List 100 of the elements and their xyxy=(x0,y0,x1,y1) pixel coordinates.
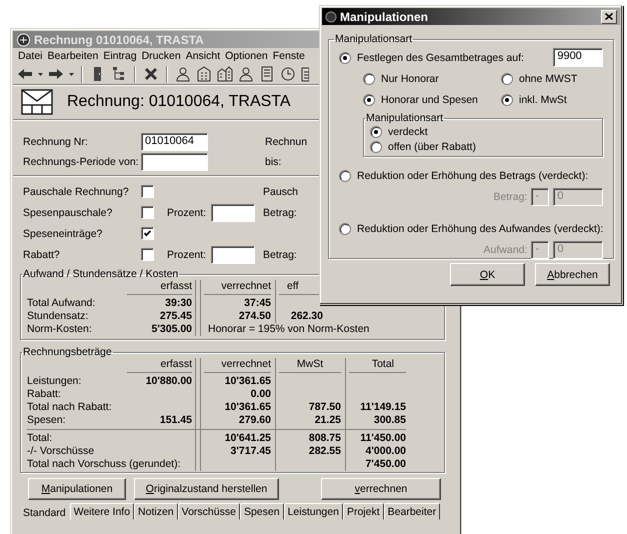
radio-button[interactable] xyxy=(370,126,382,138)
radio-button[interactable] xyxy=(370,140,382,152)
percent-field[interactable] xyxy=(211,246,255,264)
table-cell-text: 274.50 xyxy=(238,310,271,323)
radio-label: Reduktion oder Erhöhung des Aufwandes (verdeckt): xyxy=(357,222,604,234)
caret-icon[interactable] xyxy=(38,72,43,76)
field-label: Rechnungs-Periode von: xyxy=(23,156,140,168)
app-logo-icon xyxy=(16,32,31,46)
ok-button[interactable]: OK xyxy=(450,263,525,286)
table-cell-text: 0.00 xyxy=(250,388,271,401)
building-icon[interactable] xyxy=(196,66,212,82)
group-title: Aufwand / Stundensätze / Kosten xyxy=(22,268,180,280)
table-cell-text: 10'641.25 xyxy=(224,432,271,445)
field-label: Rechnung Nr: xyxy=(23,136,89,148)
tab[interactable]: Spesen xyxy=(240,503,284,520)
field-label: Rechnun xyxy=(265,136,308,148)
table-cell-text: 282.55 xyxy=(308,445,341,458)
field-label: bis: xyxy=(265,156,282,168)
radio-button[interactable] xyxy=(363,72,375,84)
manipulations-button[interactable]: Manipulationen xyxy=(28,478,126,500)
table-cell-text: 262.30 xyxy=(290,310,323,323)
checkbox[interactable] xyxy=(141,185,154,198)
tab[interactable]: Vorschüsse xyxy=(178,503,240,520)
radio-button[interactable] xyxy=(501,72,513,84)
close-icon[interactable] xyxy=(143,66,159,82)
option-label: Spesenpauschale? xyxy=(23,206,114,218)
tab[interactable]: Projekt xyxy=(342,503,384,520)
radio-label: Honorar und Spesen xyxy=(381,94,478,106)
arrow-right-icon[interactable] xyxy=(48,66,64,82)
row-label: -/- Vorschüsse xyxy=(27,445,96,458)
close-icon xyxy=(605,13,613,20)
field-label: Pausch xyxy=(263,186,298,198)
radio-button[interactable] xyxy=(363,94,375,106)
menu-item[interactable]: Fenste xyxy=(272,50,305,62)
app-icon xyxy=(325,10,337,22)
caret-icon[interactable] xyxy=(69,72,74,76)
radio-label: Nur Honorar xyxy=(381,72,439,84)
building-icon[interactable] xyxy=(217,66,233,82)
total-field[interactable]: 9900 xyxy=(553,48,604,67)
table-cell-text: 275.45 xyxy=(158,310,192,323)
option-label: Rabatt? xyxy=(23,248,61,260)
dialog-title: Manipulationen xyxy=(340,10,428,24)
row-label: Norm-Kosten: xyxy=(27,323,93,336)
tab[interactable]: Bearbeiter xyxy=(384,503,440,520)
cancel-button[interactable]: Abbrechen xyxy=(535,263,610,286)
column-header: verrechnet xyxy=(204,358,271,373)
close-button[interactable] xyxy=(601,10,617,24)
tree-icon[interactable] xyxy=(111,66,127,82)
field-label: Aufwand: xyxy=(484,244,528,256)
table-cell-text: 4'000.00 xyxy=(364,445,406,458)
row-label: Total: xyxy=(27,432,54,445)
radio-button[interactable] xyxy=(339,52,351,64)
radio-label: offen (über Rabatt) xyxy=(388,140,476,152)
option-label: Pauschale Rechnung? xyxy=(23,186,130,198)
table-cell-text: 300.85 xyxy=(372,414,406,427)
tab[interactable]: Leistungen xyxy=(284,503,343,520)
radio-label: Reduktion oder Erhöhung des Betrags (verdeckt): xyxy=(357,170,588,182)
table-cell-text: 5'305.00 xyxy=(150,323,192,336)
column-header: MwSt xyxy=(279,358,341,373)
radio-button[interactable] xyxy=(501,94,513,106)
restore-button[interactable]: Originalzustand herstellen xyxy=(134,478,279,500)
table-cell-text: 10'361.65 xyxy=(224,375,271,388)
settle-button[interactable]: verrechnen xyxy=(321,478,441,500)
note-text: Honorar = 195% von Norm-Kosten xyxy=(207,323,370,336)
book-icon[interactable] xyxy=(259,66,275,82)
clipboard-icon[interactable] xyxy=(301,66,309,82)
menu-item[interactable]: Bearbeiten xyxy=(48,50,98,62)
percent-field[interactable] xyxy=(211,204,255,222)
tab[interactable]: Notizen xyxy=(134,503,178,520)
menu-item[interactable]: Eintrag xyxy=(103,50,137,62)
text-field[interactable] xyxy=(141,153,208,171)
radio-label: verdeckt xyxy=(388,126,428,138)
table-cell-text: 10'880.00 xyxy=(144,375,192,388)
menu-item[interactable]: Datei xyxy=(18,50,43,62)
row-label: Total nach Vorschuss (gerundet): xyxy=(27,458,182,471)
table-cell-text: 10'361.65 xyxy=(224,401,271,414)
clock-icon[interactable] xyxy=(280,66,296,82)
arrow-left-icon[interactable] xyxy=(17,66,33,82)
checkbox[interactable] xyxy=(141,248,154,261)
menu-item[interactable]: Drucken xyxy=(142,50,181,62)
field-label: Prozent: xyxy=(167,248,208,260)
column-header: verrechnet xyxy=(204,280,271,295)
row-label: Leistungen: xyxy=(27,375,82,388)
menu-item[interactable]: Ansicht xyxy=(186,50,220,62)
tab[interactable]: Weitere Info xyxy=(70,503,134,520)
text-field[interactable]: 01010064 xyxy=(141,133,208,151)
table-cell-text: 11'149.15 xyxy=(359,401,406,414)
field-label: Betrag: xyxy=(263,248,297,260)
menu-item[interactable]: Optionen xyxy=(225,50,268,62)
person-icon[interactable] xyxy=(175,66,191,82)
checkbox[interactable] xyxy=(141,206,154,219)
field-label: Betrag: xyxy=(263,206,297,218)
checkbox[interactable] xyxy=(141,227,154,240)
column-header: Total xyxy=(349,358,406,373)
radio-label: Festlegen des Gesamtbetrages auf: xyxy=(357,52,525,64)
group-title: Manipulationsart xyxy=(334,33,414,45)
field-label: Prozent: xyxy=(167,206,208,218)
column-header: erfasst xyxy=(127,358,192,373)
person-icon[interactable] xyxy=(238,66,254,82)
group-title: Manipulationsart xyxy=(365,112,444,124)
